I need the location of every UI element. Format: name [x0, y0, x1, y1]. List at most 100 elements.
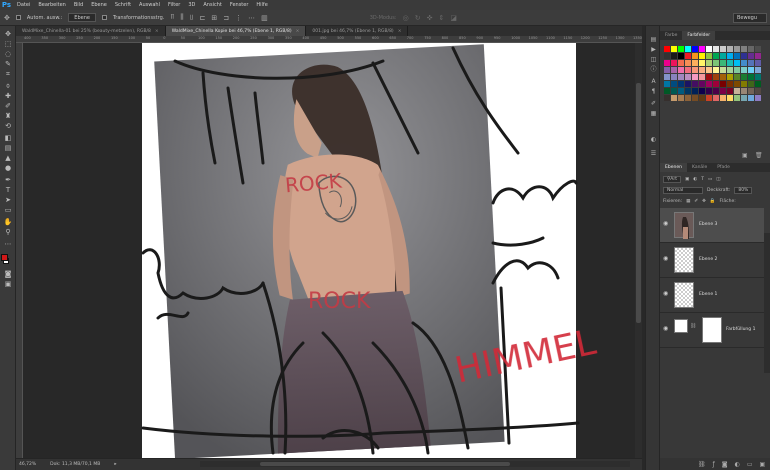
actions-panel-icon[interactable]: ▶	[649, 46, 658, 54]
menu-fenster[interactable]: Fenster	[226, 2, 253, 8]
menu-ebene[interactable]: Ebene	[87, 2, 111, 8]
color-swatch[interactable]	[706, 81, 712, 87]
brush-presets-icon[interactable]: ▦	[649, 110, 658, 118]
adjustments-panel-icon[interactable]: ◐	[649, 136, 658, 144]
color-swatch[interactable]	[734, 53, 740, 59]
menu-auswahl[interactable]: Auswahl	[135, 2, 164, 8]
blend-mode-dropdown[interactable]: Normal	[663, 187, 703, 194]
color-swatch[interactable]	[685, 53, 691, 59]
color-swatch[interactable]	[741, 81, 747, 87]
opacity-input[interactable]: 80%	[734, 187, 753, 194]
tab-doc-2[interactable]: WaldMixe_Chinella Kopie bei 46,7% (Ebene…	[165, 26, 307, 36]
color-swatch[interactable]	[713, 81, 719, 87]
color-swatch[interactable]	[678, 74, 684, 80]
eye-icon[interactable]: ◉	[663, 326, 669, 332]
color-swatch[interactable]	[678, 46, 684, 52]
layer-name[interactable]: Ebene 2	[699, 257, 717, 262]
fill-thumbnail[interactable]	[674, 319, 688, 333]
marquee-tool-icon[interactable]: ⬚	[3, 40, 13, 48]
color-swatch[interactable]	[713, 60, 719, 66]
menu-3d[interactable]: 3D	[184, 2, 199, 8]
color-swatch[interactable]	[734, 88, 740, 94]
mask-icon[interactable]: ◙	[722, 461, 728, 468]
filter-type-icon[interactable]: T	[701, 177, 704, 182]
paragraph-panel-icon[interactable]: ¶	[649, 88, 658, 96]
color-swatch[interactable]	[713, 95, 719, 101]
quick-mask-icon[interactable]: ◙	[3, 270, 13, 278]
color-swatch[interactable]	[699, 81, 705, 87]
color-swatch[interactable]	[741, 67, 747, 73]
color-swatch[interactable]	[741, 95, 747, 101]
color-swatch[interactable]	[734, 67, 740, 73]
color-swatch[interactable]	[685, 67, 691, 73]
filter-adjust-icon[interactable]: ◐	[693, 177, 697, 182]
link-layers-icon[interactable]: ⛓	[698, 461, 706, 468]
auto-select-target-dropdown[interactable]: Ebene	[68, 13, 96, 22]
color-swatch[interactable]	[664, 67, 670, 73]
workspace-dropdown[interactable]: Bewegu	[733, 13, 767, 23]
color-swatch[interactable]	[685, 46, 691, 52]
document-canvas[interactable]: ROCK ROCK HIMMEL	[23, 43, 635, 458]
eye-icon[interactable]: ◉	[663, 291, 669, 297]
layer-comps-icon[interactable]: ◫	[649, 56, 658, 64]
trash-icon[interactable]: 🗑	[755, 152, 763, 159]
color-swatch[interactable]	[727, 60, 733, 66]
menu-bearbeiten[interactable]: Bearbeiten	[34, 2, 69, 8]
new-swatch-icon[interactable]: ▣	[742, 152, 748, 159]
color-swatch[interactable]	[685, 81, 691, 87]
fx-icon[interactable]: ƒ	[713, 461, 715, 468]
move-tool-icon[interactable]: ✥	[4, 14, 10, 22]
lock-icon[interactable]: 🔒	[710, 199, 716, 204]
color-swatch[interactable]	[755, 53, 761, 59]
distribute-h-icon[interactable]: ⋯	[248, 14, 255, 22]
color-swatch[interactable]	[734, 46, 740, 52]
color-swatch[interactable]	[706, 46, 712, 52]
color-swatch[interactable]	[678, 67, 684, 73]
color-swatch[interactable]	[706, 88, 712, 94]
color-swatch[interactable]	[685, 74, 691, 80]
crop-tool-icon[interactable]: ⌗	[3, 70, 13, 78]
stamp-tool-icon[interactable]: ♜	[3, 112, 13, 120]
color-swatch[interactable]	[713, 67, 719, 73]
color-swatch[interactable]	[748, 53, 754, 59]
color-swatch[interactable]	[706, 53, 712, 59]
3d-scale-icon[interactable]: ◪	[450, 14, 457, 22]
auto-select-checkbox[interactable]	[15, 15, 21, 20]
color-swatch[interactable]	[671, 60, 677, 66]
color-swatch[interactable]	[664, 81, 670, 87]
color-swatch[interactable]	[664, 46, 670, 52]
info-panel-icon[interactable]: ⓘ	[649, 66, 658, 74]
close-icon[interactable]: ×	[296, 29, 300, 34]
tab-doc-3[interactable]: 001.jpg bei 46,7% (Ebene 1, RGB/8) ×	[306, 26, 409, 36]
align-bottom-icon[interactable]: ⫫	[190, 13, 194, 22]
tab-ebenen[interactable]: Ebenen	[660, 163, 687, 172]
color-swatch[interactable]	[671, 81, 677, 87]
menu-filter[interactable]: Filter	[164, 2, 184, 8]
color-swatch[interactable]	[706, 95, 712, 101]
color-swatch[interactable]	[692, 81, 698, 87]
zoom-level[interactable]: 46,72%	[19, 462, 36, 467]
color-swatch[interactable]	[713, 46, 719, 52]
quick-select-tool-icon[interactable]: ✎	[3, 60, 13, 68]
gradient-tool-icon[interactable]: ▤	[3, 144, 13, 152]
color-swatch[interactable]	[727, 95, 733, 101]
color-swatch[interactable]	[741, 88, 747, 94]
color-swatch[interactable]	[692, 88, 698, 94]
tab-farbe[interactable]: Farbe	[660, 31, 682, 40]
color-swatch[interactable]	[727, 53, 733, 59]
align-middle-icon[interactable]: ⫼	[180, 13, 183, 22]
layer-filter-dropdown[interactable]: ⚲ Art	[663, 176, 681, 183]
color-swatch[interactable]	[713, 88, 719, 94]
color-swatch[interactable]	[699, 60, 705, 66]
menu-hilfe[interactable]: Hilfe	[252, 2, 271, 8]
filter-shape-icon[interactable]: ▭	[708, 177, 712, 182]
color-swatch[interactable]	[720, 95, 726, 101]
lock-move-icon[interactable]: ✥	[702, 199, 706, 204]
align-right-icon[interactable]: ⊐	[223, 14, 229, 22]
history-panel-icon[interactable]: ▤	[649, 36, 658, 44]
filter-smart-icon[interactable]: ◫	[716, 177, 720, 182]
color-swatch[interactable]	[748, 88, 754, 94]
path-select-tool-icon[interactable]: ➤	[3, 196, 13, 204]
color-swatch[interactable]	[748, 81, 754, 87]
color-swatch[interactable]	[741, 74, 747, 80]
